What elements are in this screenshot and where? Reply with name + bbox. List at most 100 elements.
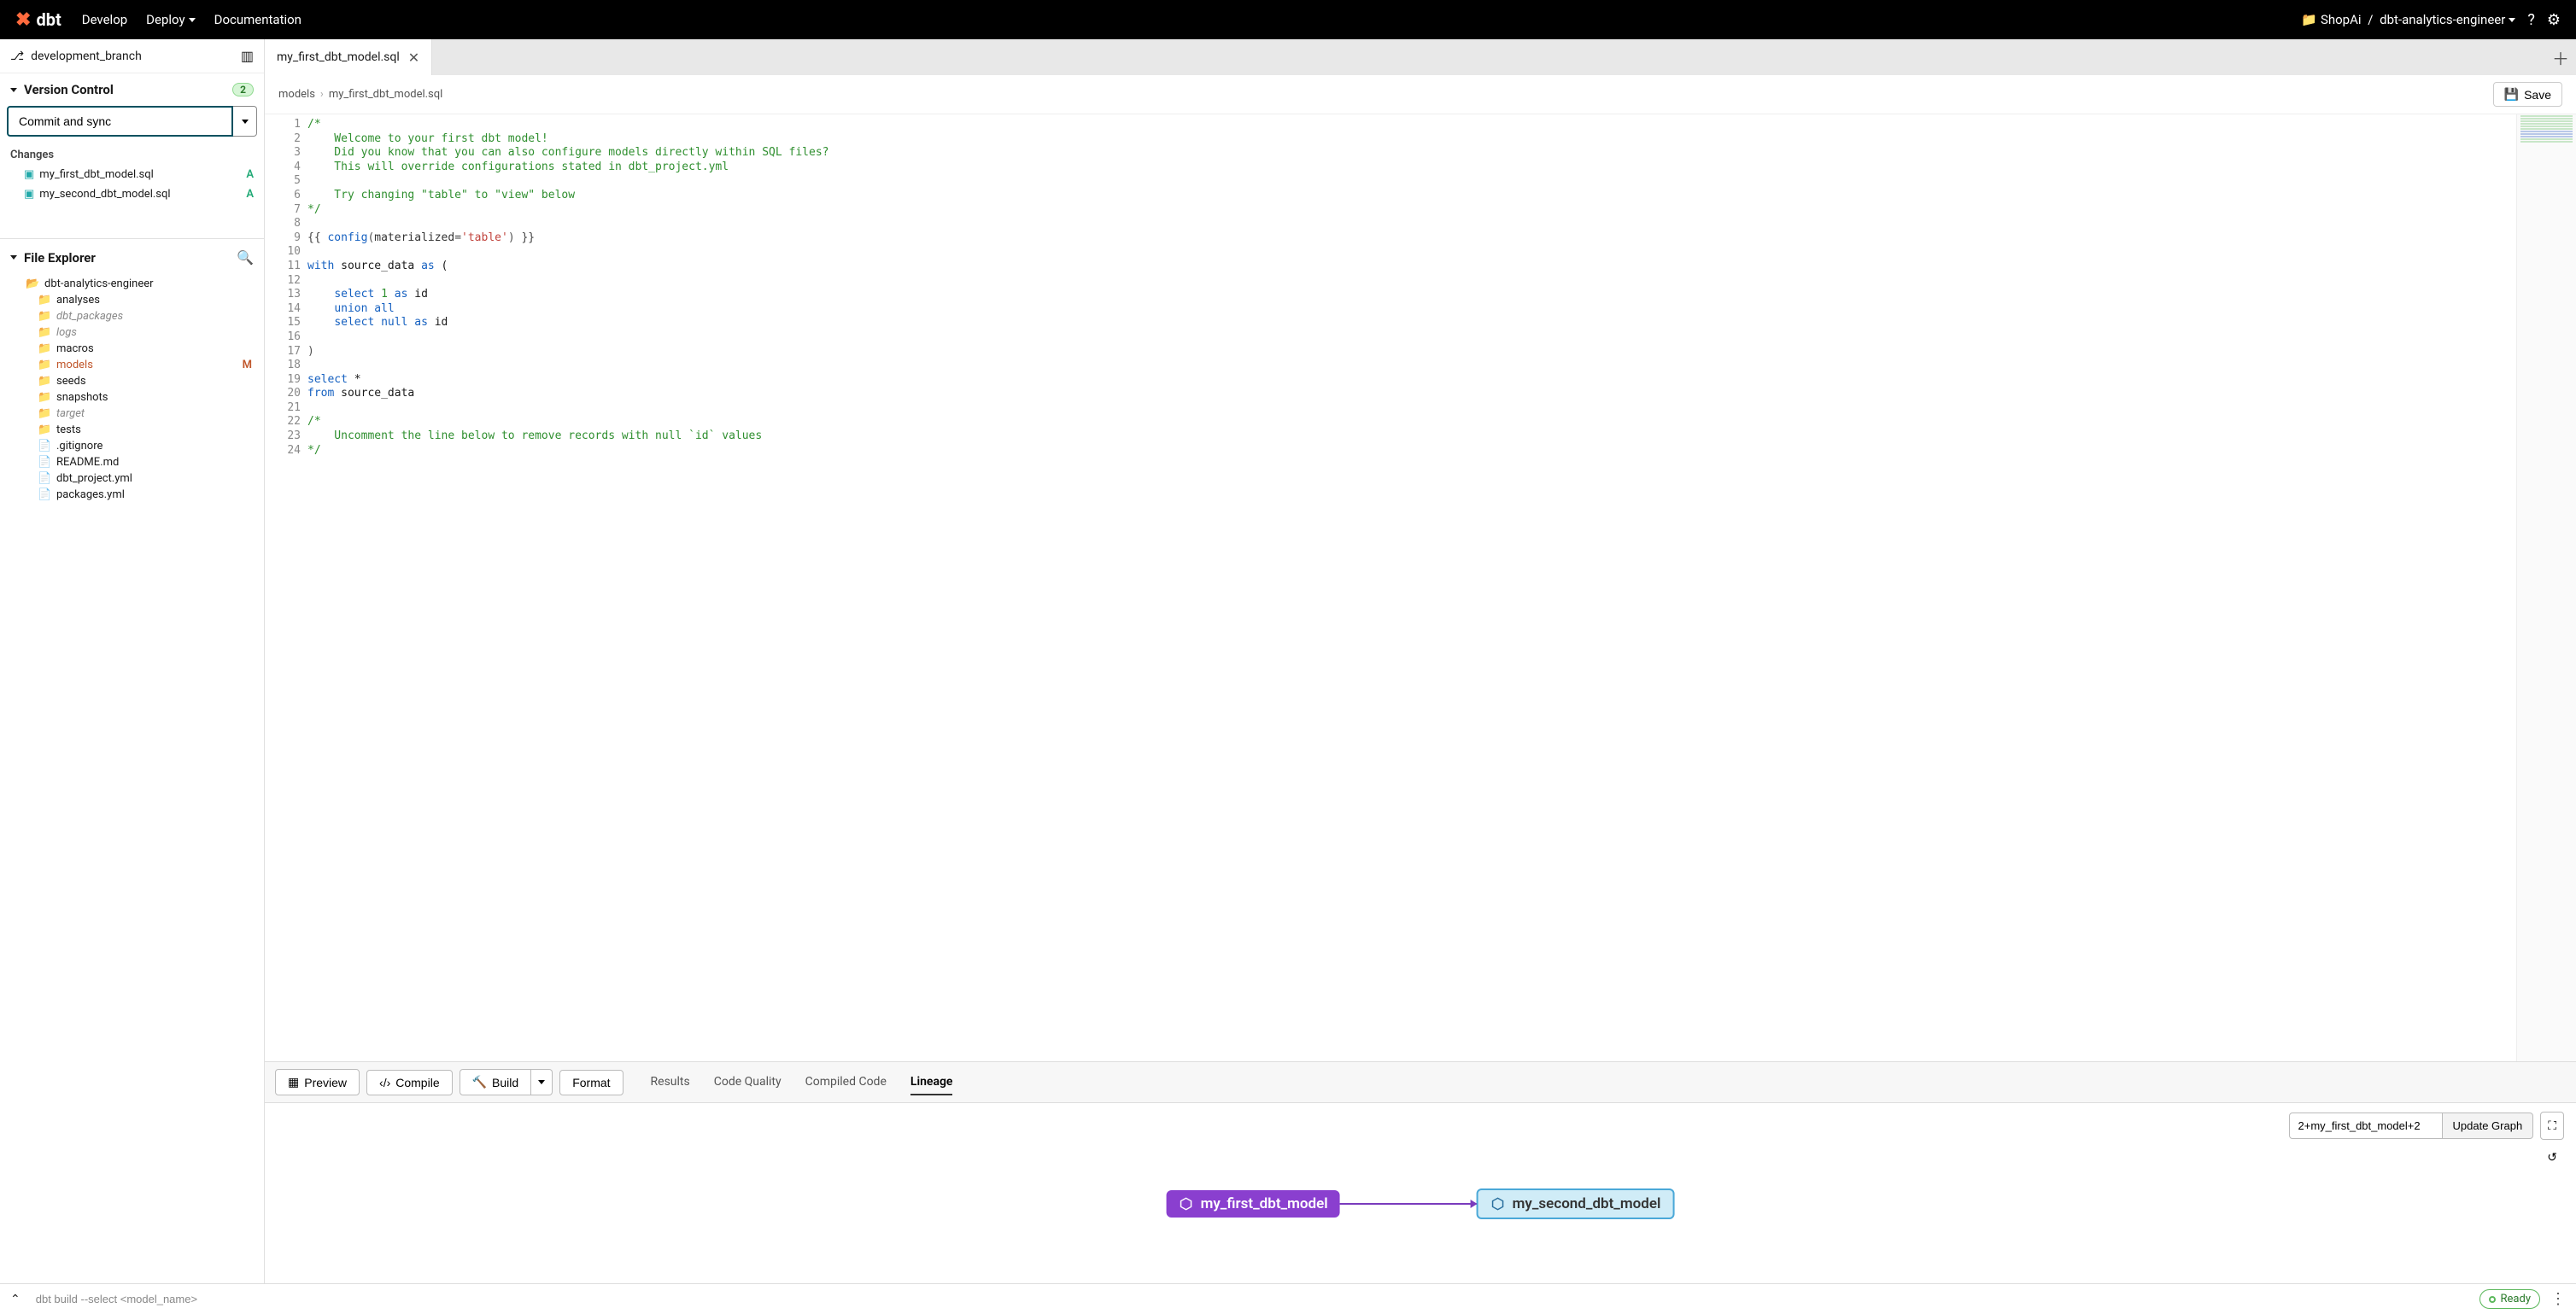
command-input[interactable] <box>31 1288 2469 1311</box>
lineage-area[interactable]: Update Graph ⛶ ↺ my_first_dbt_model my_s… <box>265 1103 2576 1283</box>
cube-icon: ▣ <box>24 188 34 201</box>
nav-documentation[interactable]: Documentation <box>214 12 302 27</box>
tree-file[interactable]: 📄.gitignore <box>9 438 255 454</box>
version-control-header[interactable]: Version Control 2 <box>0 73 264 106</box>
project-name: dbt-analytics-engineer <box>2380 12 2505 27</box>
commit-dropdown-button[interactable] <box>233 106 257 137</box>
file-tree: 📂 dbt-analytics-engineer 📁analyses📁dbt_p… <box>0 276 264 511</box>
editor-tab[interactable]: my_first_dbt_model.sql ✕ <box>265 39 432 75</box>
grid-icon: ▦ <box>288 1075 299 1089</box>
tab-compiled-code[interactable]: Compiled Code <box>805 1070 887 1095</box>
logo[interactable]: ✖ dbt <box>15 9 61 31</box>
more-icon[interactable]: ⋮ <box>2550 1290 2566 1308</box>
node-label: my_second_dbt_model <box>1513 1195 1661 1212</box>
lineage-node-source[interactable]: my_first_dbt_model <box>1167 1190 1340 1218</box>
code-editor[interactable]: 123456789101112131415161718192021222324 … <box>265 114 2576 1061</box>
cube-icon <box>1179 1196 1194 1212</box>
tree-folder[interactable]: 📁tests <box>9 422 255 438</box>
folder-icon: 📁 <box>2301 12 2317 27</box>
build-button[interactable]: 🔨Build <box>460 1069 532 1095</box>
top-nav: ✖ dbt Develop Deploy Documentation 📁 Sho… <box>0 0 2576 39</box>
branch-name: development_branch <box>31 50 142 63</box>
tree-file[interactable]: 📄packages.yml <box>9 487 255 503</box>
update-graph-button[interactable]: Update Graph <box>2443 1113 2534 1139</box>
chevron-down-icon <box>538 1080 545 1084</box>
change-item[interactable]: ▣ my_first_dbt_model.sql A <box>0 165 264 184</box>
folder-icon: 📁 <box>38 342 51 355</box>
branch-row[interactable]: ⎇ development_branch ▥ <box>0 39 264 73</box>
org-name: ShopAi <box>2321 12 2362 27</box>
tree-folder[interactable]: 📁modelsM <box>9 357 255 373</box>
gear-icon[interactable]: ⚙ <box>2547 11 2561 29</box>
tree-item-label: .gitignore <box>56 440 255 453</box>
expand-terminal-icon[interactable]: ⌃ <box>10 1293 20 1306</box>
separator: › <box>320 88 324 101</box>
chevron-down-icon <box>2509 18 2515 22</box>
save-label: Save <box>2524 88 2551 102</box>
tree-folder[interactable]: 📁target <box>9 406 255 422</box>
help-icon[interactable]: ? <box>2527 11 2535 29</box>
tree-item-label: dbt_packages <box>56 310 255 323</box>
search-icon[interactable]: 🔍 <box>237 249 254 266</box>
fullscreen-icon[interactable]: ⛶ <box>2540 1112 2564 1140</box>
build-dropdown-button[interactable] <box>531 1069 553 1095</box>
refresh-icon[interactable]: ↺ <box>2540 1144 2564 1171</box>
tree-item-label: logs <box>56 326 255 339</box>
folder-icon: 📁 <box>38 294 51 307</box>
tree-item-label: target <box>56 407 255 420</box>
file-icon: 📄 <box>38 456 51 469</box>
tab-lineage[interactable]: Lineage <box>910 1070 953 1095</box>
lineage-edge <box>1340 1203 1477 1205</box>
minimap[interactable] <box>2516 114 2576 1061</box>
folder-open-icon: 📂 <box>26 277 39 290</box>
hammer-icon: 🔨 <box>472 1075 487 1089</box>
status-dot-icon <box>2489 1296 2496 1303</box>
lineage-selector-input[interactable] <box>2289 1113 2443 1139</box>
change-status: A <box>246 168 254 181</box>
tree-item-label: models <box>56 359 237 371</box>
tree-file[interactable]: 📄README.md <box>9 454 255 470</box>
save-button[interactable]: 💾 Save <box>2493 82 2562 107</box>
tab-code-quality[interactable]: Code Quality <box>714 1070 782 1095</box>
add-tab-button[interactable]: ＋ <box>2545 39 2576 75</box>
format-button[interactable]: Format <box>559 1070 623 1095</box>
breadcrumb-item[interactable]: models <box>278 88 315 101</box>
change-file-name: my_first_dbt_model.sql <box>39 168 154 181</box>
ready-label: Ready <box>2501 1293 2531 1305</box>
lineage-node-target[interactable]: my_second_dbt_model <box>1477 1188 1675 1219</box>
tree-folder[interactable]: 📁logs <box>9 324 255 341</box>
preview-button[interactable]: ▦Preview <box>275 1069 360 1095</box>
branch-icon: ⎇ <box>10 50 24 63</box>
tree-root[interactable]: 📂 dbt-analytics-engineer <box>9 276 255 292</box>
file-icon: 📄 <box>38 488 51 501</box>
chevron-down-icon <box>10 255 17 260</box>
modified-mark: M <box>243 359 252 371</box>
tree-folder[interactable]: 📁dbt_packages <box>9 308 255 324</box>
tree-item-label: dbt-analytics-engineer <box>44 277 255 290</box>
changes-count-badge: 2 <box>232 83 254 96</box>
close-icon[interactable]: ✕ <box>408 50 419 66</box>
tree-file[interactable]: 📄dbt_project.yml <box>9 470 255 487</box>
tree-folder[interactable]: 📁macros <box>9 341 255 357</box>
tab-results[interactable]: Results <box>651 1070 690 1095</box>
change-item[interactable]: ▣ my_second_dbt_model.sql A <box>0 184 264 204</box>
code-area[interactable]: /* Welcome to your first dbt model! Did … <box>307 114 2516 1061</box>
bottom-toolbar: ▦Preview ‹/›Compile 🔨Build Format Result… <box>265 1062 2576 1103</box>
panel-toggle-icon[interactable]: ▥ <box>241 48 254 64</box>
tree-folder[interactable]: 📁analyses <box>9 292 255 308</box>
breadcrumb-item[interactable]: my_first_dbt_model.sql <box>329 88 443 101</box>
commit-sync-button[interactable]: Commit and sync <box>7 106 233 137</box>
separator: / <box>2365 12 2377 27</box>
compile-button[interactable]: ‹/›Compile <box>366 1070 453 1095</box>
logo-mark-icon: ✖ <box>15 9 31 31</box>
chevron-down-icon <box>189 18 196 22</box>
project-selector[interactable]: 📁 ShopAi / dbt-analytics-engineer <box>2301 12 2515 27</box>
lineage-graph: my_first_dbt_model my_second_dbt_model <box>1167 1188 1675 1219</box>
tree-item-label: tests <box>56 423 255 436</box>
nav-deploy[interactable]: Deploy <box>146 12 195 27</box>
file-explorer-header[interactable]: File Explorer 🔍 <box>0 239 264 276</box>
nav-develop[interactable]: Develop <box>82 12 127 27</box>
fe-header-label: File Explorer <box>24 250 96 266</box>
tree-folder[interactable]: 📁snapshots <box>9 389 255 406</box>
tree-folder[interactable]: 📁seeds <box>9 373 255 389</box>
